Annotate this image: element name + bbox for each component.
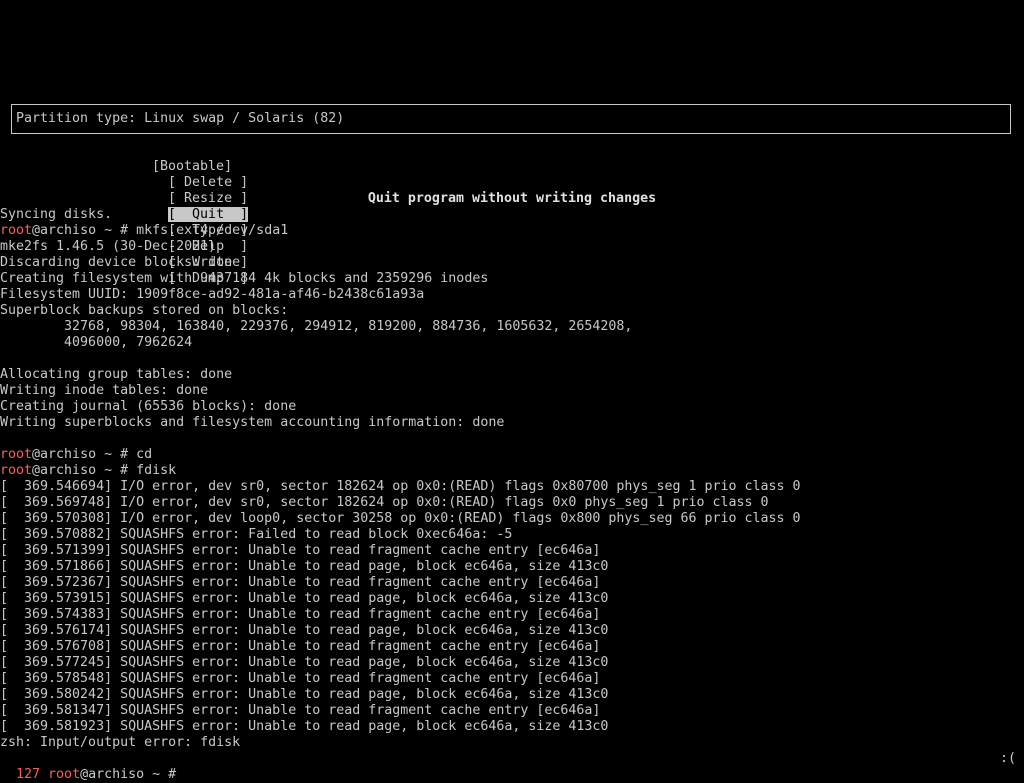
menu-bootable-button[interactable]: [Bootable] [152,159,232,174]
terminal-line: [ 369.581347] SQUASHFS error: Unable to … [0,703,600,719]
menu-hint-text: Quit program without writing changes [367,191,657,206]
prompt-host: @archiso ~ # [80,767,185,782]
terminal-text: [ 369.581923] SQUASHFS error: Unable to … [0,719,609,734]
terminal-line: [ 369.571399] SQUASHFS error: Unable to … [0,543,600,559]
terminal-text: [ 369.569748] I/O error, dev sr0, sector… [0,495,769,510]
terminal-line: [ 369.570882] SQUASHFS error: Failed to … [0,527,512,543]
terminal-text: [ 369.573915] SQUASHFS error: Unable to … [0,591,609,606]
terminal-text: Superblock backups stored on blocks: [0,303,289,318]
terminal-text: Syncing disks. [0,207,113,222]
terminal-line: [ 369.570308] I/O error, dev loop0, sect… [0,511,801,527]
terminal-line: mke2fs 1.46.5 (30-Dec-2021) [0,239,216,255]
terminal-line: root@archiso ~ # fdisk [0,463,176,479]
terminal-line: Writing superblocks and filesystem accou… [0,415,504,431]
terminal-text: Filesystem UUID: 1909f8ce-ad92-481a-af46… [0,287,425,302]
terminal-line: [ 369.576174] SQUASHFS error: Unable to … [0,623,608,639]
terminal-text: [ 369.580242] SQUASHFS error: Unable to … [0,687,609,702]
terminal-text: [ 369.572367] SQUASHFS error: Unable to … [0,575,601,590]
terminal-text: [ 369.570882] SQUASHFS error: Failed to … [0,527,513,542]
terminal-line: root@archiso ~ # cd [0,447,152,463]
terminal-line: [ 369.573915] SQUASHFS error: Unable to … [0,591,608,607]
terminal-text: Creating journal (65536 blocks): done [0,399,297,414]
terminal-text: Creating filesystem with 9437184 4k bloc… [0,271,489,286]
terminal-text: [ 369.571399] SQUASHFS error: Unable to … [0,543,601,558]
terminal-text: @archiso ~ # mkfs.ext4 /dev/sda1 [32,223,289,238]
terminal-line: root@archiso ~ # mkfs.ext4 /dev/sda1 [0,223,288,239]
terminal-text: [ 369.576174] SQUASHFS error: Unable to … [0,623,609,638]
terminal-line: Creating filesystem with 9437184 4k bloc… [0,271,488,287]
terminal-line: Superblock backups stored on blocks: [0,303,288,319]
terminal-text: [ 369.546694] I/O error, dev sr0, sector… [0,479,801,494]
terminal-text: zsh: Input/output error: fdisk [0,735,241,750]
terminal-line: Creating journal (65536 blocks): done [0,399,296,415]
terminal-line: [ 369.576708] SQUASHFS error: Unable to … [0,639,600,655]
terminal-text: [ 369.574383] SQUASHFS error: Unable to … [0,607,601,622]
terminal-line: [ 369.581923] SQUASHFS error: Unable to … [0,719,608,735]
terminal-text: mke2fs 1.46.5 (30-Dec-2021) [0,239,217,254]
terminal-line: Discarding device blocks: done [0,255,240,271]
terminal-text: [ 369.577245] SQUASHFS error: Unable to … [0,655,609,670]
menu-quit-button[interactable]: [ Quit ] [168,207,249,222]
terminal-text: [ 369.570308] I/O error, dev loop0, sect… [0,511,801,526]
terminal-text: 4096000, 7962624 [0,335,193,350]
terminal-line: Allocating group tables: done [0,367,232,383]
terminal-text: [ 369.578548] SQUASHFS error: Unable to … [0,671,601,686]
terminal-line: [ 369.571866] SQUASHFS error: Unable to … [0,559,608,575]
partition-type-box: Partition type: Linux swap / Solaris (82… [11,104,1011,134]
terminal-text: [ 369.576708] SQUASHFS error: Unable to … [0,639,601,654]
status-face: :( [999,751,1016,766]
terminal-line: 4096000, 7962624 [0,335,192,351]
terminal-line: zsh: Input/output error: fdisk [0,735,240,751]
terminal-text: @archiso ~ # cd [32,447,153,462]
terminal-line: [ 369.572367] SQUASHFS error: Unable to … [0,575,600,591]
terminal-line: Writing inode tables: done [0,383,208,399]
terminal-text: Writing inode tables: done [0,383,209,398]
terminal-line: [ 369.546694] I/O error, dev sr0, sector… [0,479,801,495]
terminal-line: [ 369.577245] SQUASHFS error: Unable to … [0,655,608,671]
prompt-user: root [0,463,33,478]
prompt-user: root [0,447,33,462]
terminal-line: 32768, 98304, 163840, 229376, 294912, 81… [0,319,632,335]
prompt-user: root [0,223,33,238]
exit-code: 127 [16,767,49,782]
terminal-line: Syncing disks. [0,207,112,223]
partition-type-label: Partition type: Linux swap / Solaris (82… [16,111,345,126]
terminal-line: [ 369.574383] SQUASHFS error: Unable to … [0,607,600,623]
terminal-text: [ 369.581347] SQUASHFS error: Unable to … [0,703,601,718]
final-prompt[interactable]: 127 root@archiso ~ # [0,751,184,782]
terminal-text: @archiso ~ # fdisk [32,463,177,478]
terminal-text: Writing superblocks and filesystem accou… [0,415,505,430]
terminal-text: Allocating group tables: done [0,367,233,382]
terminal-line: [ 369.578548] SQUASHFS error: Unable to … [0,671,600,687]
terminal-line: [ 369.569748] I/O error, dev sr0, sector… [0,495,769,511]
terminal-text: 32768, 98304, 163840, 229376, 294912, 81… [0,319,633,334]
terminal-line: [ 369.580242] SQUASHFS error: Unable to … [0,687,608,703]
menu-delete-button[interactable]: [ Delete ] [168,175,248,190]
prompt-user: root [48,767,81,782]
terminal-text: Discarding device blocks: done [0,255,241,270]
terminal-text: [ 369.571866] SQUASHFS error: Unable to … [0,559,609,574]
terminal-line: Filesystem UUID: 1909f8ce-ad92-481a-af46… [0,287,424,303]
